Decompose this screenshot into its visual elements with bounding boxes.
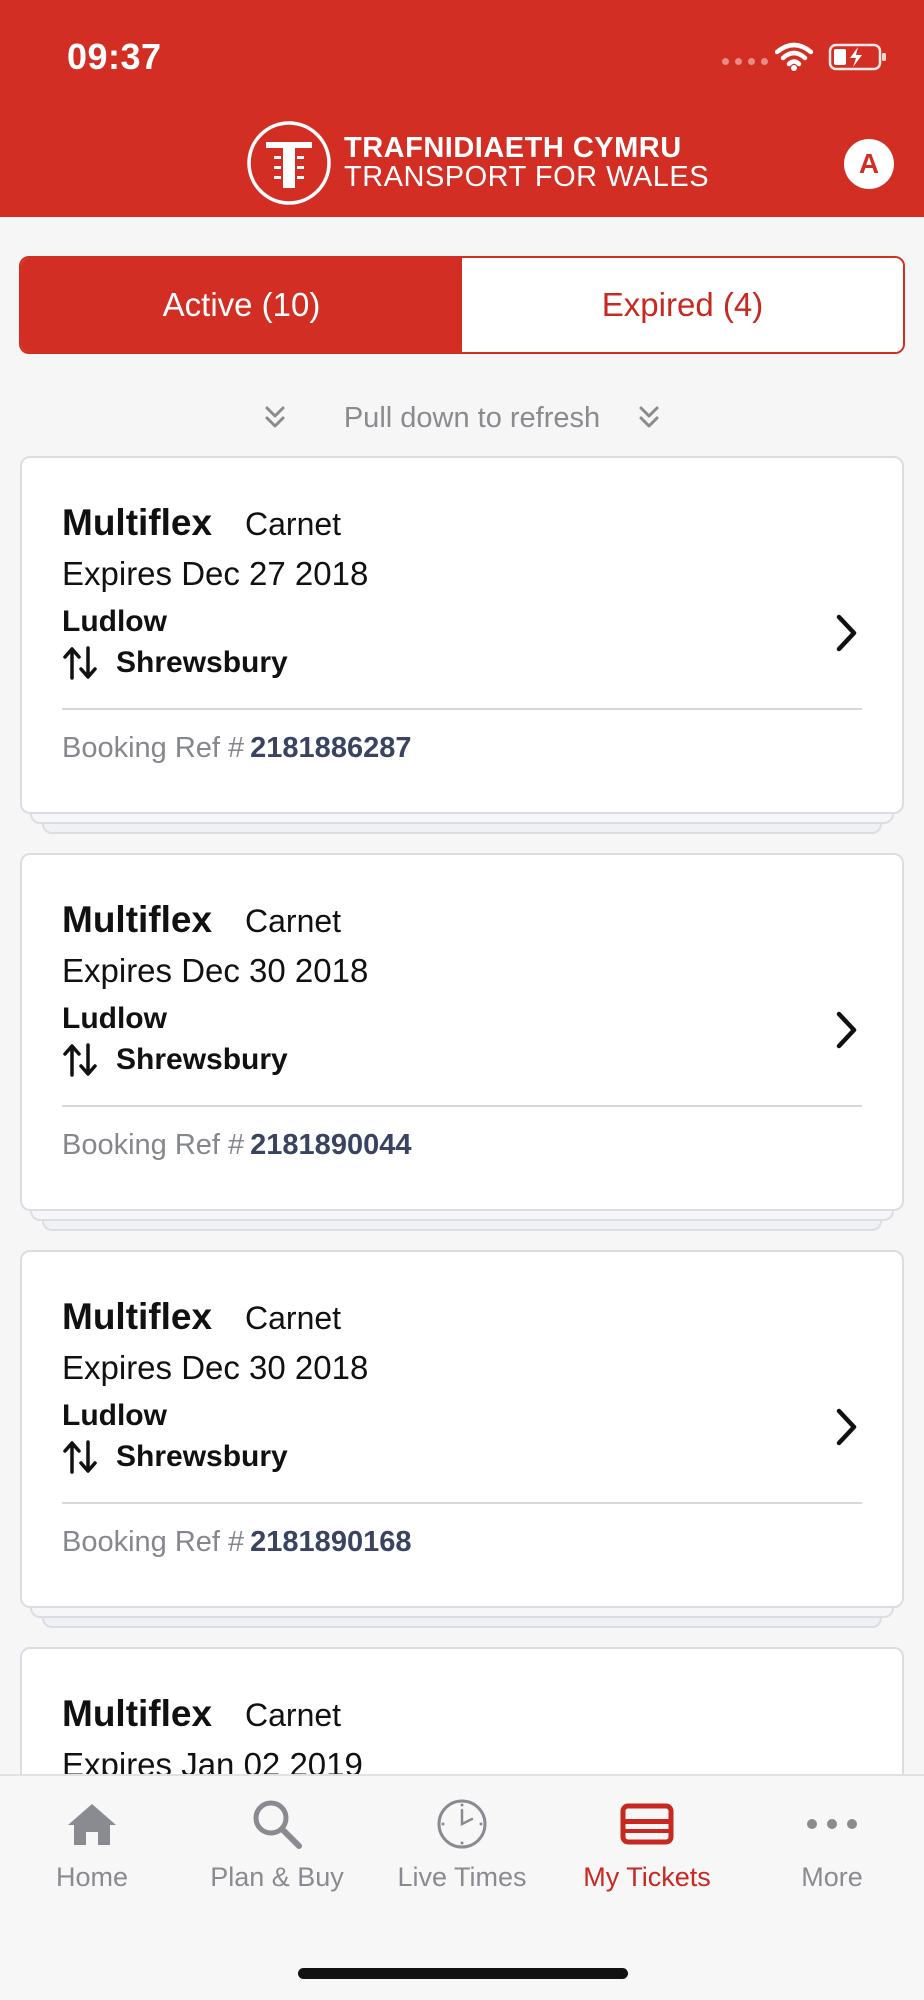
- ticket-expiry: Expires Dec 30 2018: [62, 952, 369, 989]
- ticket-card[interactable]: Multiflex Carnet Expires Dec 30 2018 Lud…: [20, 1250, 904, 1628]
- ticket-type: Carnet: [245, 903, 342, 939]
- card-divider: [62, 1502, 862, 1504]
- booking-ref-number: 2181890168: [250, 1526, 412, 1558]
- tab-expired-tickets[interactable]: Expired (4): [462, 258, 903, 352]
- ticket-destination: Shrewsbury: [116, 1440, 288, 1473]
- ticket-icon: [620, 1803, 674, 1845]
- logo-line-english: TRANSPORT FOR WALES: [344, 161, 710, 193]
- ticket-origin: Ludlow: [62, 605, 167, 638]
- battery-charging-icon: [828, 43, 886, 71]
- booking-ref-number: 2181890044: [250, 1129, 412, 1161]
- booking-reference: Booking Ref #2181886287: [62, 732, 412, 764]
- tab-plan-buy[interactable]: Plan & Buy: [185, 1792, 369, 1893]
- tab-live-times-label: Live Times: [397, 1862, 527, 1892]
- chevron-right-icon: [836, 614, 857, 652]
- ticket-origin: Ludlow: [62, 1002, 167, 1035]
- ticket-origin: Ludlow: [62, 1399, 167, 1432]
- ticket-destination: Shrewsbury: [116, 646, 288, 679]
- ticket-expiry: Expires Dec 30 2018: [62, 1349, 369, 1386]
- ticket-card[interactable]: Multiflex Carnet Expires Dec 30 2018 Lud…: [20, 853, 904, 1231]
- refresh-label: Pull down to refresh: [343, 401, 601, 434]
- ticket-type: Carnet: [245, 1300, 342, 1336]
- card-divider: [62, 1105, 862, 1107]
- ticket-name: Multiflex: [62, 502, 213, 543]
- ticket-name: Multiflex: [62, 899, 213, 940]
- card-divider: [62, 708, 862, 710]
- booking-ref-number: 2181886287: [250, 732, 412, 764]
- chevron-right-icon: [836, 1011, 857, 1049]
- return-arrows-icon: [63, 646, 97, 680]
- chevron-right-icon: [836, 1408, 857, 1446]
- tfw-logo: TRAFNIDIAETH CYMRU TRANSPORT FOR WALES: [246, 120, 709, 206]
- tab-my-tickets-label: My Tickets: [583, 1862, 711, 1892]
- bottom-tab-bar: Home Plan & Buy Live Times My Tickets Mo…: [0, 1774, 924, 2000]
- search-icon: [253, 1800, 302, 1849]
- tfw-logo-icon: [247, 121, 331, 205]
- ticket-name: Multiflex: [62, 1693, 213, 1734]
- booking-reference: Booking Ref #2181890168: [62, 1526, 412, 1558]
- ticket-type: Carnet: [245, 506, 342, 542]
- ticket-name: Multiflex: [62, 1296, 213, 1337]
- account-button[interactable]: A: [844, 139, 894, 189]
- ticket-card[interactable]: Multiflex Carnet Expires Jan 02 2019: [20, 1647, 904, 1774]
- return-arrows-icon: [63, 1043, 97, 1077]
- return-arrows-icon: [63, 1440, 97, 1474]
- clock-icon: [437, 1799, 487, 1849]
- ticket-expiry: Expires Dec 27 2018: [62, 555, 369, 592]
- logo-line-welsh: TRAFNIDIAETH CYMRU: [344, 132, 682, 164]
- ticket-list: Multiflex Carnet Expires Dec 27 2018 Lud…: [0, 454, 924, 1774]
- tab-home[interactable]: Home: [0, 1792, 184, 1893]
- wifi-icon: [775, 42, 813, 71]
- tab-live-times[interactable]: Live Times: [370, 1792, 554, 1893]
- signal-dots-icon: [722, 58, 768, 65]
- ticket-filter-segment: Active (10) Expired (4): [19, 256, 905, 354]
- status-time: 09:37: [67, 36, 162, 77]
- tab-more[interactable]: More: [740, 1792, 924, 1893]
- home-icon: [68, 1804, 116, 1845]
- double-chevron-down-icon: [264, 404, 286, 432]
- tab-more-label: More: [801, 1862, 863, 1892]
- booking-reference: Booking Ref #2181890044: [62, 1129, 412, 1161]
- more-icon: [807, 1819, 857, 1829]
- home-indicator[interactable]: [298, 1968, 628, 1979]
- tab-my-tickets[interactable]: My Tickets: [555, 1792, 739, 1893]
- ticket-card[interactable]: Multiflex Carnet Expires Dec 27 2018 Lud…: [20, 456, 904, 834]
- double-chevron-down-icon: [638, 404, 660, 432]
- tab-plan-buy-label: Plan & Buy: [210, 1862, 344, 1892]
- ticket-expiry: Expires Jan 02 2019: [62, 1746, 363, 1774]
- tab-home-label: Home: [55, 1862, 129, 1892]
- pull-to-refresh: Pull down to refresh: [0, 398, 924, 438]
- ticket-destination: Shrewsbury: [116, 1043, 288, 1076]
- ticket-type: Carnet: [245, 1697, 342, 1733]
- tab-active-tickets[interactable]: Active (10): [21, 258, 462, 352]
- app-header: 09:37 TRAFNIDIAETH CYMRU TRANSPORT FOR W…: [0, 0, 924, 217]
